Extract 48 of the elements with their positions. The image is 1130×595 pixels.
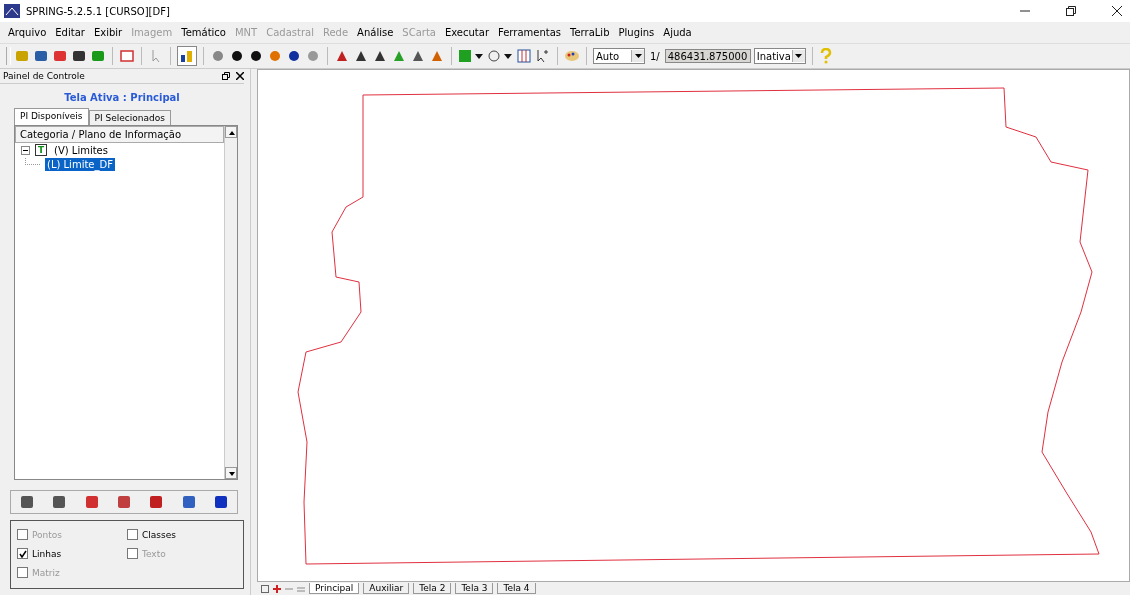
panel-tab[interactable]: PI Selecionados — [88, 110, 171, 125]
checkbox[interactable] — [17, 548, 28, 559]
collapse-icon[interactable] — [21, 145, 30, 155]
menu-item[interactable]: TerraLib — [570, 27, 610, 38]
scale-field[interactable]: 486431.875000 — [664, 49, 751, 63]
screen-tab[interactable]: Tela 3 — [455, 583, 494, 594]
checkbox-label: Linhas — [32, 548, 62, 559]
tree-item[interactable]: (V) Limites — [52, 143, 110, 157]
caret-icon — [634, 54, 642, 58]
panel-tab[interactable]: PI Disponíveis — [14, 108, 89, 125]
scale-label: 1/ — [649, 50, 661, 62]
menu-item[interactable]: Temático — [181, 27, 226, 38]
screen-tab[interactable]: Auxiliar — [363, 583, 410, 594]
scroll-down-icon[interactable] — [225, 467, 237, 479]
active-screen-label: Tela Ativa : Principal — [63, 92, 181, 103]
window-title: SPRING-5.2.5.1 [CURSO][DF] — [26, 5, 170, 17]
scrollbar[interactable] — [224, 126, 237, 479]
panel-title: Painel de Controle — [3, 71, 85, 81]
menu-item[interactable]: Executar — [444, 27, 489, 38]
restore-icon[interactable] — [1066, 6, 1076, 16]
menu-item[interactable]: Análise — [357, 27, 394, 38]
menu-item[interactable]: Plugins — [618, 27, 655, 38]
close-icon[interactable] — [236, 72, 244, 80]
tree-header[interactable]: Categoria / Plano de Informação — [15, 126, 224, 143]
close-icon[interactable] — [1112, 6, 1122, 16]
square-icon[interactable] — [261, 584, 269, 593]
screen-tab[interactable]: Tela 4 — [497, 583, 536, 594]
window-icon[interactable] — [119, 48, 135, 64]
checkbox[interactable] — [127, 529, 138, 540]
tree-item[interactable]: (L) Limite_DF — [45, 157, 115, 171]
category-badge: T — [35, 144, 47, 156]
screen-tab[interactable]: Tela 2 — [413, 583, 452, 594]
cursor-mode-dropdown[interactable]: Inativa — [753, 48, 806, 64]
menu-item[interactable]: Ferramentas — [498, 27, 562, 38]
zoom-mode-dropdown[interactable]: Auto — [593, 48, 645, 64]
app-logo-icon — [4, 4, 20, 18]
checkbox-label: Classes — [142, 529, 176, 540]
checkbox-label: Texto — [142, 548, 166, 559]
caret-icon — [795, 54, 803, 58]
checkbox-label: Matriz — [32, 567, 60, 578]
screen-tab[interactable]: Principal — [309, 583, 360, 594]
menu-item[interactable]: Exibir — [93, 27, 123, 38]
menu-item[interactable]: Ajuda — [663, 27, 692, 38]
restore-icon[interactable] — [222, 72, 230, 80]
checkbox-label: Pontos — [32, 529, 63, 540]
menu-item[interactable]: Editar — [55, 27, 85, 38]
menu-item[interactable]: Arquivo — [8, 27, 47, 38]
scroll-up-icon[interactable] — [225, 126, 237, 138]
